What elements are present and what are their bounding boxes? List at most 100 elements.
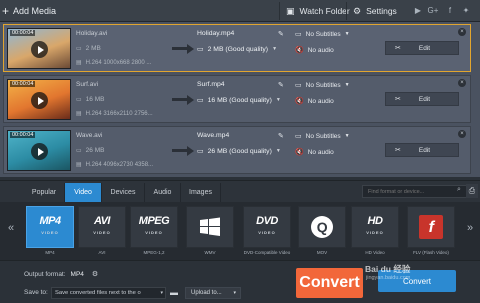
chevron-down-icon: ▾ — [160, 290, 163, 296]
chevron-down-icon: ▼ — [272, 46, 278, 52]
format-tile[interactable]: MPEG VIDEO MPEG-1,2 — [130, 206, 178, 260]
play-icon[interactable] — [31, 41, 48, 58]
settings-button[interactable]: ⚙ Settings — [346, 2, 403, 20]
file-list: 00:00:04 Holiday.avi ▭ 2 MB ▤ H.264 1000x668 … — [0, 22, 480, 177]
duration-label: 00:00:04 — [10, 30, 36, 36]
tab-popular[interactable]: Popular — [24, 183, 65, 202]
play-icon[interactable] — [31, 92, 48, 109]
format-tile-box: MP4 VIDEO — [26, 206, 74, 248]
format-strip: « » MP4 VIDEO MP4 AVI VIDEO AVI MPEG VIDEO MPEG-… — [0, 202, 480, 260]
folder-icon[interactable]: ▬ — [170, 288, 178, 297]
audio-dropdown[interactable]: 🔇 No audio — [295, 148, 334, 157]
format-caption: FLV (Flash Video) — [413, 250, 449, 255]
file-row[interactable]: 00:00:04 Wave.avi ▭ 26 MB ▤ H.264 4096x2730 4… — [3, 126, 471, 174]
rename-pencil-icon[interactable]: ✎ — [278, 132, 284, 140]
format-tile-box: Q — [298, 206, 346, 248]
scissors-icon: ✂ — [395, 96, 401, 103]
plus-icon: + — [2, 4, 10, 18]
format-tile[interactable]: Q MOV — [298, 206, 346, 260]
convert-callout[interactable]: Convert — [296, 268, 363, 298]
youtube-icon[interactable]: ▶ — [412, 4, 424, 17]
format-tile-box — [186, 206, 234, 248]
video-thumbnail[interactable]: 00:00:04 — [7, 79, 71, 120]
add-media-button[interactable]: + Add Media — [2, 3, 56, 19]
subtitles-dropdown[interactable]: ▭ No Subtitles ▼ — [295, 81, 350, 90]
duration-label: 00:00:04 — [10, 81, 36, 87]
audio-dropdown[interactable]: 🔇 No audio — [295, 46, 334, 55]
edit-button[interactable]: ✂ Edit — [385, 143, 459, 157]
output-filename: Holiday.mp4 — [197, 30, 235, 37]
subtitles-dropdown[interactable]: ▭ No Subtitles ▼ — [295, 30, 350, 39]
watermark: Bai du 经验 — [365, 264, 411, 274]
video-thumbnail[interactable]: 00:00:04 — [7, 130, 71, 171]
close-icon[interactable]: × — [458, 130, 466, 138]
facebook-icon[interactable]: f — [444, 4, 456, 17]
upload-to-dropdown[interactable]: Upload to... ▾ — [185, 287, 241, 299]
search-icon[interactable]: ⌕ — [457, 186, 461, 194]
tab-audio[interactable]: Audio — [145, 183, 181, 202]
output-filename: Wave.mp4 — [197, 132, 230, 139]
tab-devices[interactable]: Devices — [102, 183, 145, 202]
save-to-dropdown[interactable]: Save converted files next to the o ▾ — [51, 287, 166, 299]
output-format-label: Output format: — [24, 270, 66, 278]
file-row[interactable]: 00:00:04 Holiday.avi ▭ 2 MB ▤ H.264 1000x668 … — [3, 24, 471, 72]
tab-video[interactable]: Video — [65, 183, 102, 202]
format-tile[interactable]: WMV — [186, 206, 234, 260]
close-icon[interactable]: × — [458, 28, 466, 36]
format-search-input[interactable] — [362, 185, 467, 198]
output-size-dropdown[interactable]: ▭ 16 MB (Good quality) ▼ — [197, 96, 281, 105]
format-tile-box: AVI VIDEO — [78, 206, 126, 248]
watch-folder-button[interactable]: ▣ Watch Folder — [279, 2, 356, 20]
video-icon: ▤ — [76, 60, 82, 66]
file-icon: ▭ — [76, 46, 82, 52]
source-size: ▭ 26 MB — [76, 147, 104, 154]
arrow-right-icon — [172, 146, 194, 156]
format-logo-sub: VIDEO — [258, 230, 276, 235]
detect-device-icon[interactable]: ⎙ — [466, 184, 478, 198]
rename-pencil-icon[interactable]: ✎ — [278, 81, 284, 89]
close-icon[interactable]: × — [458, 79, 466, 87]
output-filename: Surf.mp4 — [197, 81, 225, 88]
format-caption: MOV — [316, 250, 328, 255]
format-tile[interactable]: MP4 VIDEO MP4 — [26, 206, 74, 260]
rename-pencil-icon[interactable]: ✎ — [278, 30, 284, 38]
source-codec-value: H.264 1000x668 2800 ... — [85, 60, 152, 66]
vk-icon[interactable]: ✦ — [460, 4, 472, 17]
googleplus-icon[interactable]: G+ — [427, 4, 439, 17]
edit-button[interactable]: ✂ Edit — [385, 41, 459, 55]
format-tile[interactable]: DVD VIDEO DVD-Compatible Video — [243, 206, 291, 260]
subtitles-value: No Subtitles — [305, 81, 341, 89]
chevron-down-icon: ▼ — [275, 97, 281, 103]
format-settings-gear-icon[interactable]: ⚙ — [92, 270, 98, 278]
quicktime-icon: Q — [311, 216, 333, 238]
edit-button[interactable]: ✂ Edit — [385, 92, 459, 106]
file-row[interactable]: 00:00:04 Surf.avi ▭ 16 MB ▤ H.264 3166x2110 2… — [3, 75, 471, 123]
source-codec-value: H.264 3166x2110 2756... — [85, 111, 153, 117]
subtitles-value: No Subtitles — [305, 132, 341, 140]
chevron-right-icon[interactable]: » — [463, 218, 477, 238]
output-size-dropdown[interactable]: ▭ 2 MB (Good quality) ▼ — [197, 45, 278, 54]
format-caption: DVD-Compatible Video — [243, 250, 291, 255]
speaker-muted-icon: 🔇 — [295, 98, 304, 105]
format-caption: MPEG-1,2 — [143, 250, 165, 255]
play-icon[interactable] — [31, 143, 48, 160]
subtitles-dropdown[interactable]: ▭ No Subtitles ▼ — [295, 132, 350, 141]
chevron-left-icon[interactable]: « — [4, 218, 18, 238]
tab-images[interactable]: Images — [181, 183, 221, 202]
source-codec: ▤ H.264 4096x2730 4358... — [76, 161, 153, 168]
format-tile[interactable]: HD VIDEO HD Video — [351, 206, 399, 260]
format-logo: DVD VIDEO — [256, 216, 278, 238]
format-logo-sub: VIDEO — [41, 230, 59, 235]
video-thumbnail[interactable]: 00:00:04 — [7, 28, 71, 69]
format-caption: WMV — [204, 250, 216, 255]
format-caption: HD Video — [365, 250, 385, 255]
subtitles-icon: ▭ — [295, 133, 302, 140]
format-tile-box: f — [407, 206, 455, 248]
format-tile-box: DVD VIDEO — [243, 206, 291, 248]
format-tile[interactable]: f FLV (Flash Video) — [407, 206, 455, 260]
watermark-url: jingyan.baidu.com — [366, 275, 411, 281]
output-size-dropdown[interactable]: ▭ 26 MB (Good quality) ▼ — [197, 147, 281, 156]
audio-dropdown[interactable]: 🔇 No audio — [295, 97, 334, 106]
format-tile[interactable]: AVI VIDEO AVI — [78, 206, 126, 260]
arrow-right-icon — [172, 95, 194, 105]
